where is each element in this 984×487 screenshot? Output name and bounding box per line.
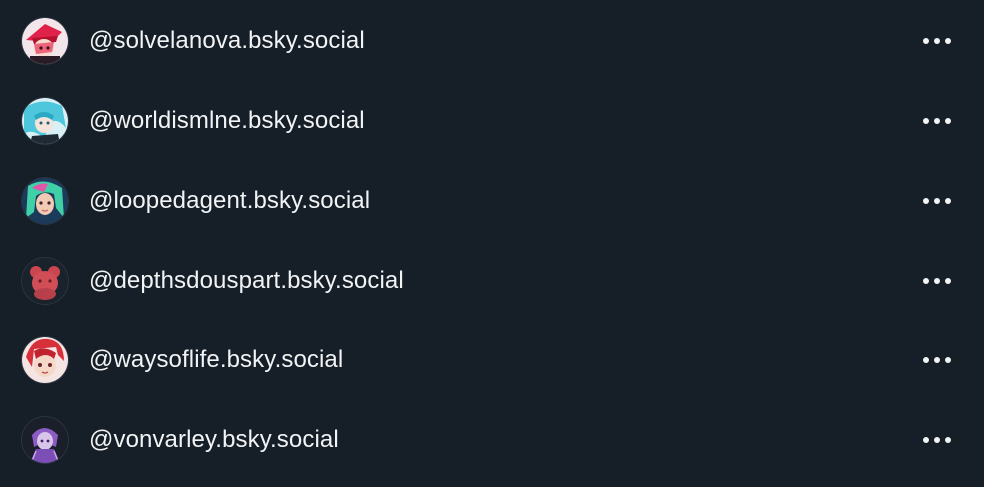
avatar-purple-character-icon [22, 417, 68, 463]
account-row[interactable]: @waysoflife.bsky.social [0, 320, 984, 400]
more-options-button[interactable] [917, 101, 957, 141]
avatar[interactable] [22, 417, 68, 463]
avatar-red-hat-character-icon [22, 18, 68, 64]
account-row[interactable]: @loopedagent.bsky.social [0, 161, 984, 241]
avatar-teal-hair-character-icon [22, 178, 68, 224]
avatar[interactable] [22, 178, 68, 224]
avatar-red-bear-icon [22, 258, 68, 304]
more-options-icon [923, 118, 951, 124]
account-handle[interactable]: @solvelanova.bsky.social [89, 27, 365, 55]
more-options-button[interactable] [917, 340, 957, 380]
account-row[interactable]: @depthsdouspart.bsky.social [0, 241, 984, 321]
account-handle[interactable]: @loopedagent.bsky.social [89, 187, 370, 215]
avatar[interactable] [22, 18, 68, 64]
avatar[interactable] [22, 98, 68, 144]
avatar[interactable] [22, 337, 68, 383]
more-options-icon [923, 278, 951, 284]
account-row[interactable]: @solvelanova.bsky.social [0, 1, 984, 81]
account-handle[interactable]: @waysoflife.bsky.social [89, 346, 343, 374]
more-options-icon [923, 437, 951, 443]
more-options-button[interactable] [917, 420, 957, 460]
account-row[interactable]: @vonvarley.bsky.social [0, 400, 984, 480]
more-options-icon [923, 357, 951, 363]
more-options-icon [923, 198, 951, 204]
avatar-red-hair-character-icon [22, 337, 68, 383]
more-options-button[interactable] [917, 261, 957, 301]
account-list: @solvelanova.bsky.social @worldismlne.bs… [0, 0, 984, 487]
more-options-button[interactable] [917, 21, 957, 61]
avatar-cyan-hair-character-icon [22, 98, 68, 144]
account-handle[interactable]: @depthsdouspart.bsky.social [89, 267, 404, 295]
avatar[interactable] [22, 258, 68, 304]
more-options-icon [923, 38, 951, 44]
account-handle[interactable]: @worldismlne.bsky.social [89, 107, 365, 135]
more-options-button[interactable] [917, 181, 957, 221]
account-row[interactable]: @worldismlne.bsky.social [0, 81, 984, 161]
account-handle[interactable]: @vonvarley.bsky.social [89, 426, 339, 454]
